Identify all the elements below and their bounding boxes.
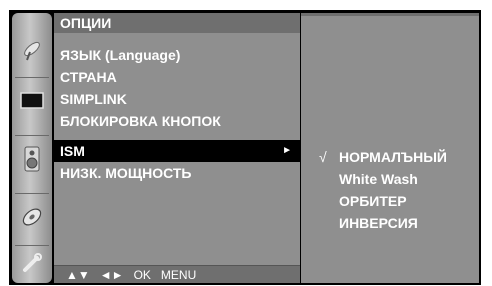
menu-title: ОПЦИИ: [54, 13, 300, 33]
check-icon: √: [319, 149, 327, 165]
submenu-item-normal[interactable]: √ НОРМАЛЪНЫЙ: [301, 146, 479, 168]
picture-icon[interactable]: [16, 85, 48, 117]
menu-item-low-power[interactable]: НИЗК. МОЩНОСТЬ: [54, 162, 300, 184]
submenu-item-label: White Wash: [339, 171, 418, 187]
menu-item-label: СТРАНА: [60, 69, 117, 85]
menu-category-rail: [12, 13, 52, 283]
menu-item-label: НИЗК. МОЩНОСТЬ: [60, 165, 192, 181]
menu-item-key-lock[interactable]: БЛОКИРОВКА КНОПОК: [54, 110, 300, 132]
left-right-arrows-icon: ◄►: [99, 268, 124, 282]
submenu-item-orbiter[interactable]: ОРБИТЕР: [301, 190, 479, 212]
submenu-item-white-wash[interactable]: White Wash: [301, 168, 479, 190]
options-menu: ОПЦИИ ЯЗЫК (Language) СТРАНА SIMPLINK БЛ…: [54, 13, 300, 283]
menu-item-ism[interactable]: ISM ►: [54, 140, 300, 162]
menu-item-label: ЯЗЫК (Language): [60, 47, 181, 63]
satellite-dish-icon[interactable]: [16, 35, 48, 67]
menu-item-label: БЛОКИРОВКА КНОПОК: [60, 113, 221, 129]
submenu-item-inversion[interactable]: ИНВЕРСИЯ: [301, 212, 479, 234]
disc-icon[interactable]: [16, 201, 48, 233]
ism-submenu: √ НОРМАЛЪНЫЙ White Wash ОРБИТЕР ИНВЕРСИЯ: [301, 13, 479, 283]
submenu-arrow-icon: ►: [282, 145, 292, 156]
menu-item-label: ISM: [60, 143, 85, 159]
tools-icon[interactable]: [16, 247, 48, 279]
speaker-icon[interactable]: [16, 143, 48, 175]
submenu-item-label: ИНВЕРСИЯ: [339, 215, 418, 231]
navigation-hint-bar: ▲▼ ◄► OK MENU: [54, 265, 300, 283]
menu-hint: MENU: [160, 268, 197, 282]
submenu-top-strip: [301, 13, 479, 16]
submenu-item-label: ОРБИТЕР: [339, 193, 407, 209]
menu-item-label: SIMPLINK: [60, 91, 127, 107]
tv-osd-screen: ОПЦИИ ЯЗЫК (Language) СТРАНА SIMPLINK БЛ…: [9, 10, 481, 285]
menu-item-simplink[interactable]: SIMPLINK: [54, 88, 300, 110]
ok-hint: OK: [133, 268, 151, 282]
submenu-item-label: НОРМАЛЪНЫЙ: [339, 149, 447, 165]
menu-item-language[interactable]: ЯЗЫК (Language): [54, 44, 300, 66]
menu-item-country[interactable]: СТРАНА: [54, 66, 300, 88]
up-down-arrows-icon: ▲▼: [66, 268, 90, 282]
